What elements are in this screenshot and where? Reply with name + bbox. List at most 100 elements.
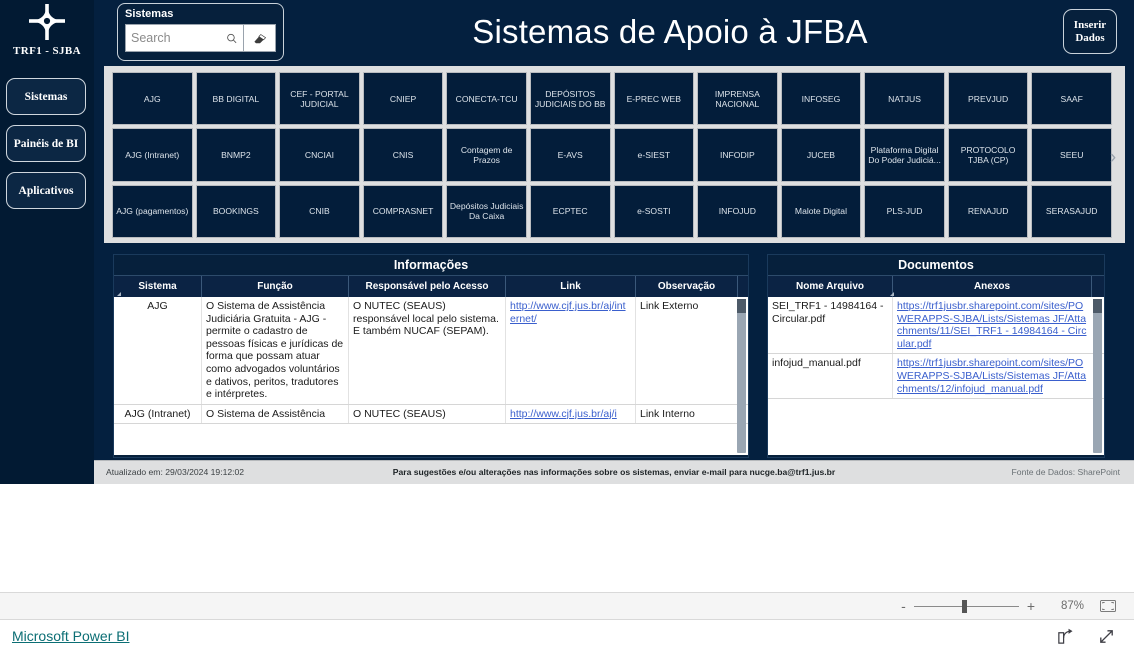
zoom-slider[interactable] — [913, 599, 1019, 613]
fit-to-page-icon[interactable] — [1100, 600, 1116, 612]
bottom-bar: Microsoft Power BI — [0, 620, 1134, 652]
system-tile[interactable]: COMPRASNET — [362, 184, 444, 238]
informacoes-table-body: AJG O Sistema de Assistência Judiciária … — [114, 297, 748, 455]
system-tile[interactable]: CEF - PORTAL JUDICIAL — [279, 72, 360, 126]
search-box[interactable] — [125, 24, 244, 52]
system-tile[interactable]: INFOSEG — [780, 72, 862, 126]
system-tile[interactable]: NATJUS — [864, 72, 945, 126]
zoom-toolbar: - + 87% — [0, 592, 1134, 620]
sidebar-item-aplicativos[interactable]: Aplicativos — [6, 172, 86, 209]
col-header-observacao[interactable]: Observação — [636, 276, 738, 297]
sidebar: TRF1 - SJBA Sistemas Painéis de BI Aplic… — [0, 0, 94, 484]
cell-nome-arquivo: SEI_TRF1 - 14984164 - Circular.pdf — [768, 297, 893, 354]
system-tile[interactable]: BNMP2 — [195, 128, 277, 182]
col-header-responsavel[interactable]: Responsável pelo Acesso — [349, 276, 506, 297]
system-tile[interactable]: Malote Digital — [780, 184, 862, 238]
eraser-icon — [253, 33, 266, 43]
page-whitespace — [0, 484, 1134, 592]
zoom-in-button[interactable]: + — [1024, 598, 1038, 614]
cell-funcao: O Sistema de Assistência — [202, 404, 349, 424]
system-tile[interactable]: BB DIGITAL — [195, 72, 277, 126]
system-tile[interactable]: INFODIP — [697, 128, 778, 182]
microsoft-power-bi-link[interactable]: Microsoft Power BI — [12, 628, 129, 644]
informacoes-table-title: Informações — [114, 255, 748, 275]
informacoes-scrollbar[interactable] — [737, 299, 746, 453]
col-header-anexos[interactable]: Anexos — [893, 276, 1092, 297]
system-tile[interactable]: JUCEB — [780, 128, 862, 182]
system-tile[interactable]: BOOKINGS — [195, 184, 277, 238]
system-tile[interactable]: AJG (pagamentos) — [112, 184, 193, 238]
fullscreen-icon[interactable] — [1097, 627, 1116, 646]
system-tile[interactable]: SAAF — [1031, 72, 1112, 126]
attachment-link[interactable]: https://trf1jusbr.sharepoint.com/sites/P… — [897, 300, 1086, 350]
attachment-link[interactable]: https://trf1jusbr.sharepoint.com/sites/P… — [897, 357, 1086, 394]
system-tile[interactable]: CNIS — [362, 128, 444, 182]
system-tile[interactable]: DEPÓSITOS JUDICIAIS DO BB — [529, 72, 611, 126]
system-tile[interactable]: CONECTA-TCU — [446, 72, 527, 126]
table-row[interactable]: AJG (Intranet) O Sistema de Assistência … — [114, 404, 748, 425]
share-icon[interactable] — [1056, 627, 1075, 646]
four-point-star-icon — [29, 4, 65, 40]
system-tile[interactable]: SEEU — [1031, 128, 1112, 182]
slicer-label: Sistemas — [125, 8, 174, 20]
search-input[interactable] — [131, 31, 227, 45]
table-row[interactable]: AJG O Sistema de Assistência Judiciária … — [114, 297, 748, 405]
col-header-sistema[interactable]: Sistema — [114, 276, 202, 297]
documentos-scrollbar[interactable] — [1093, 299, 1102, 453]
cell-nome-arquivo: infojud_manual.pdf — [768, 354, 893, 399]
cell-link: http://www.cjf.jus.br/aj/internet/ — [506, 297, 636, 404]
informacoes-table-header: Sistema Função Responsável pelo Acesso L… — [114, 275, 748, 297]
system-tile[interactable]: RENAJUD — [947, 184, 1029, 238]
scrollbar-thumb[interactable] — [1093, 299, 1102, 313]
cell-sistema: AJG (Intranet) — [114, 404, 202, 424]
data-source-text: Fonte de Dados: SharePoint — [1011, 467, 1120, 477]
zoom-out-button[interactable]: - — [898, 598, 909, 614]
system-tile[interactable]: AJG (Intranet) — [112, 128, 193, 182]
next-page-chevron-icon[interactable]: › — [1105, 145, 1121, 171]
col-header-link[interactable]: Link — [506, 276, 636, 297]
table-row[interactable]: infojud_manual.pdf https://trf1jusbr.sha… — [768, 354, 1104, 400]
row-link[interactable]: http://www.cjf.jus.br/aj/i — [510, 408, 617, 420]
row-link[interactable]: http://www.cjf.jus.br/aj/internet/ — [510, 300, 626, 325]
scrollbar-thumb[interactable] — [737, 299, 746, 313]
zoom-slider-thumb[interactable] — [961, 599, 967, 613]
system-tile[interactable]: e-SIEST — [613, 128, 695, 182]
system-tile[interactable]: CNIEP — [362, 72, 444, 126]
system-tile[interactable]: Contagem de Prazos — [446, 128, 527, 182]
system-tile[interactable]: PROTOCOLO TJBA (CP) — [947, 128, 1029, 182]
cell-observacao: Link Interno — [640, 407, 695, 420]
system-tile[interactable]: E-AVS — [529, 128, 611, 182]
cell-link: http://www.cjf.jus.br/aj/i — [506, 404, 636, 424]
col-header-funcao[interactable]: Função — [202, 276, 349, 297]
system-tile[interactable]: e-SOSTI — [613, 184, 695, 238]
informacoes-table: Informações Sistema Função Responsável p… — [113, 254, 749, 458]
system-tile[interactable]: Plataforma Digital Do Poder Judiciá... — [864, 128, 945, 182]
system-tile[interactable]: CNIB — [279, 184, 360, 238]
clear-filter-button[interactable] — [244, 24, 276, 52]
system-tile[interactable]: PREVJUD — [947, 72, 1029, 126]
page-title: Sistemas de Apoio à JFBA — [472, 13, 868, 50]
sort-ascending-icon — [117, 292, 121, 296]
system-tile[interactable]: PLS-JUD — [864, 184, 945, 238]
system-tile[interactable]: IMPRENSA NACIONAL — [697, 72, 778, 126]
brand-logo-text: TRF1 - SJBA — [13, 45, 81, 57]
system-tile[interactable]: AJG — [112, 72, 193, 126]
bottom-bar-actions — [1056, 627, 1134, 646]
system-tile[interactable]: INFOJUD — [697, 184, 778, 238]
sort-ascending-icon — [890, 292, 894, 296]
system-tile[interactable]: E-PREC WEB — [613, 72, 695, 126]
brand-logo: TRF1 - SJBA — [0, 2, 94, 64]
system-tile[interactable]: ECPTEC — [529, 184, 611, 238]
sidebar-item-sistemas[interactable]: Sistemas — [6, 78, 86, 115]
system-tile[interactable]: SERASAJUD — [1031, 184, 1112, 238]
system-tile[interactable]: CNCIAI — [279, 128, 360, 182]
sidebar-item-paineis-de-bi[interactable]: Painéis de BI — [6, 125, 86, 162]
cell-observacao: Link Externo — [640, 300, 699, 312]
footer-message: Para sugestões e/ou alterações nas infor… — [392, 467, 836, 477]
inserir-dados-button[interactable]: Inserir Dados — [1063, 9, 1117, 54]
table-row[interactable]: SEI_TRF1 - 14984164 - Circular.pdf https… — [768, 297, 1104, 355]
system-tile[interactable]: Depósitos Judiciais Da Caixa — [446, 184, 527, 238]
documentos-table-header: Nome Arquivo Anexos — [768, 275, 1104, 297]
inserir-dados-label: Inserir Dados — [1073, 18, 1107, 44]
col-header-nome-arquivo[interactable]: Nome Arquivo — [768, 276, 893, 297]
